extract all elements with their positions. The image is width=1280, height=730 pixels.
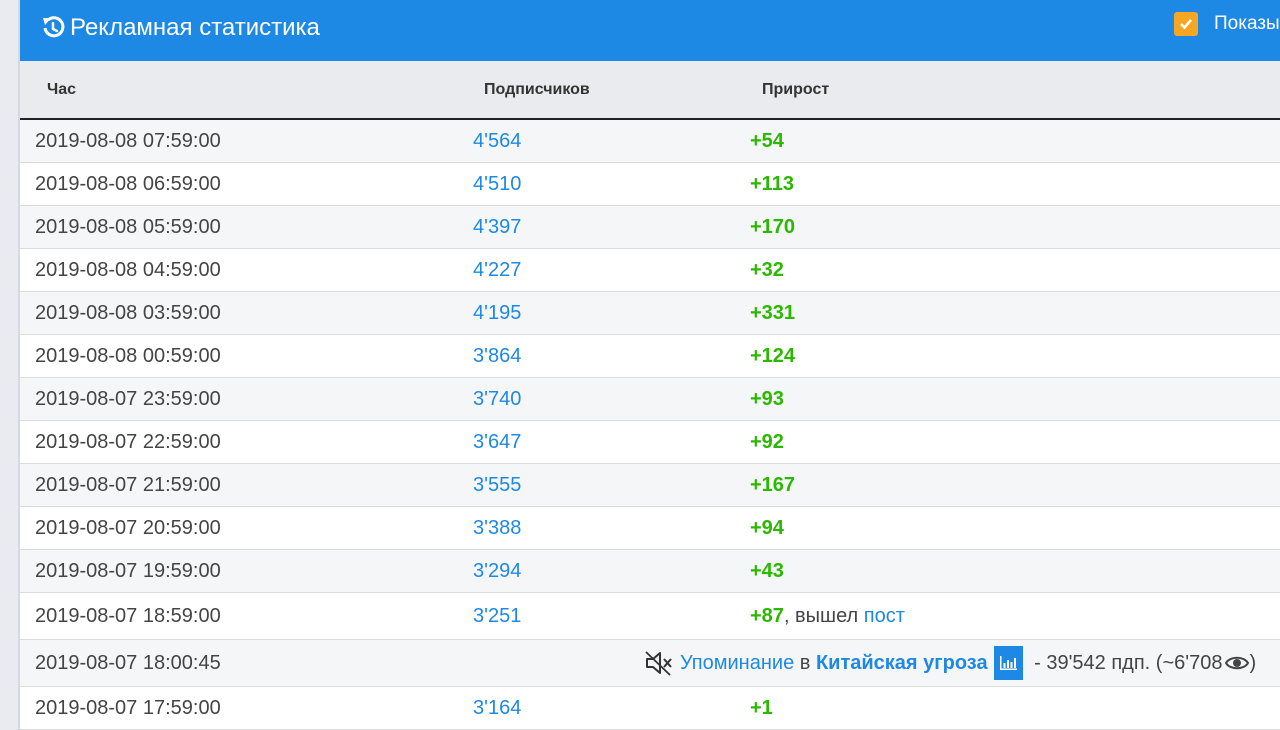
table-row: 2019-08-07 17:59:00 3'164 +1 (20, 687, 1280, 730)
subscribers-link[interactable]: 3'555 (473, 464, 521, 506)
eye-icon (1225, 656, 1250, 670)
history-icon (43, 16, 65, 38)
growth-cell: +124 (750, 344, 796, 367)
table-row: 2019-08-07 19:59:00 3'294 +43 (20, 550, 1280, 593)
growth-cell: +170 (750, 215, 796, 238)
channel-subscribers-text: - 39'542 пдп. (~6'708 (1028, 651, 1223, 674)
mention-link[interactable]: Упоминание (680, 652, 794, 675)
table-row: 2019-08-08 00:59:00 3'864 +124 (20, 335, 1280, 378)
growth-cell: +54 (750, 129, 784, 152)
hour-cell: 2019-08-08 04:59:00 (35, 258, 221, 281)
growth-cell: +167 (750, 473, 796, 496)
table-row: 2019-08-07 20:59:00 3'388 +94 (20, 507, 1280, 550)
hour-cell: 2019-08-08 05:59:00 (35, 215, 221, 238)
bar-chart-icon (1000, 656, 1018, 670)
check-icon (1180, 19, 1192, 30)
table-row: 2019-08-07 22:59:00 3'647 +92 (20, 421, 1280, 464)
table-row: 2019-08-07 23:59:00 3'740 +93 (20, 378, 1280, 421)
growth-cell: +331 (750, 301, 796, 324)
channel-stats-button[interactable] (993, 646, 1023, 680)
channel-link[interactable]: Китайская угроза (816, 652, 988, 675)
hour-cell: 2019-08-07 23:59:00 (35, 387, 221, 410)
panel-title: Рекламная статистика (40, 14, 320, 42)
column-header-subscribers[interactable]: Подписчиков (484, 81, 590, 99)
hour-cell: 2019-08-07 17:59:00 (35, 696, 221, 719)
close-paren: ) (1249, 651, 1257, 674)
hour-cell: 2019-08-07 18:00:45 (35, 651, 221, 674)
show-impressions-checkbox[interactable] (1174, 12, 1198, 36)
table-row: 2019-08-08 04:59:00 4'227 +32 (20, 249, 1280, 292)
growth-cell: +92 (750, 430, 784, 453)
table-row: 2019-08-08 03:59:00 4'195 +331 (20, 292, 1280, 335)
growth-cell: +93 (750, 387, 784, 410)
hour-cell: 2019-08-07 22:59:00 (35, 430, 221, 453)
subscribers-link[interactable]: 4'510 (473, 163, 521, 205)
subscribers-link[interactable]: 4'227 (473, 249, 521, 291)
subscribers-link[interactable]: 4'195 (473, 292, 521, 334)
growth-cell: +43 (750, 559, 784, 582)
growth-cell: +1 (750, 696, 773, 719)
hour-cell: 2019-08-07 21:59:00 (35, 473, 221, 496)
post-separator: , вышел (783, 604, 864, 627)
growth-cell: +94 (750, 516, 784, 539)
growth-cell: +32 (750, 258, 784, 281)
page: Рекламная статистика Показы Час Подписчи… (0, 0, 1280, 730)
hour-cell: 2019-08-07 19:59:00 (35, 559, 221, 582)
table-header: Час Подписчиков Прирост (20, 61, 1280, 120)
subscribers-link[interactable]: 4'397 (473, 206, 521, 248)
left-sidebar-strip (0, 0, 20, 730)
table-row: 2019-08-07 18:59:00 3'251 +87 , вышел по… (20, 593, 1280, 640)
subscribers-link[interactable]: 3'388 (473, 507, 521, 549)
panel-header: Рекламная статистика Показы (20, 0, 1280, 61)
ad-stats-panel: Рекламная статистика Показы Час Подписчи… (20, 0, 1280, 730)
table-row: 2019-08-08 07:59:00 4'564 +54 (20, 120, 1280, 163)
hour-cell: 2019-08-07 20:59:00 (35, 516, 221, 539)
mute-icon (645, 651, 672, 676)
subscribers-link[interactable]: 3'164 (473, 687, 521, 729)
subscribers-link[interactable]: 3'294 (473, 550, 521, 592)
growth-cell: +87 , вышел пост (750, 593, 905, 639)
table-row: 2019-08-08 06:59:00 4'510 +113 (20, 163, 1280, 206)
subscribers-link[interactable]: 3'647 (473, 421, 521, 463)
table-body: 2019-08-08 07:59:00 4'564 +54 2019-08-08… (20, 120, 1280, 730)
hour-cell: 2019-08-08 06:59:00 (35, 172, 221, 195)
show-impressions-label: Показы (1214, 13, 1280, 34)
show-impressions-toggle[interactable]: Показы (1174, 12, 1280, 36)
hour-cell: 2019-08-07 18:59:00 (35, 604, 221, 627)
growth-value: +87 (750, 604, 784, 627)
hour-cell: 2019-08-08 03:59:00 (35, 301, 221, 324)
subscribers-link[interactable]: 4'564 (473, 120, 521, 162)
subscribers-link[interactable]: 3'740 (473, 378, 521, 420)
column-header-growth[interactable]: Прирост (762, 81, 829, 99)
subscribers-link[interactable]: 3'864 (473, 335, 521, 377)
subscribers-link[interactable]: 3'251 (473, 593, 521, 639)
mention-in-text: в (794, 651, 816, 674)
post-link[interactable]: пост (864, 605, 905, 628)
column-header-hour[interactable]: Час (47, 81, 76, 99)
table-row-mention: 2019-08-07 18:00:45 Упоминание в Китайск… (20, 640, 1280, 687)
table-row: 2019-08-07 21:59:00 3'555 +167 (20, 464, 1280, 507)
hour-cell: 2019-08-08 00:59:00 (35, 344, 221, 367)
growth-cell: +113 (750, 172, 794, 195)
panel-title-text: Рекламная статистика (70, 14, 320, 41)
table-row: 2019-08-08 05:59:00 4'397 +170 (20, 206, 1280, 249)
hour-cell: 2019-08-08 07:59:00 (35, 129, 221, 152)
mention-cell: Упоминание в Китайская угроза - 39'542 п… (644, 640, 1256, 686)
